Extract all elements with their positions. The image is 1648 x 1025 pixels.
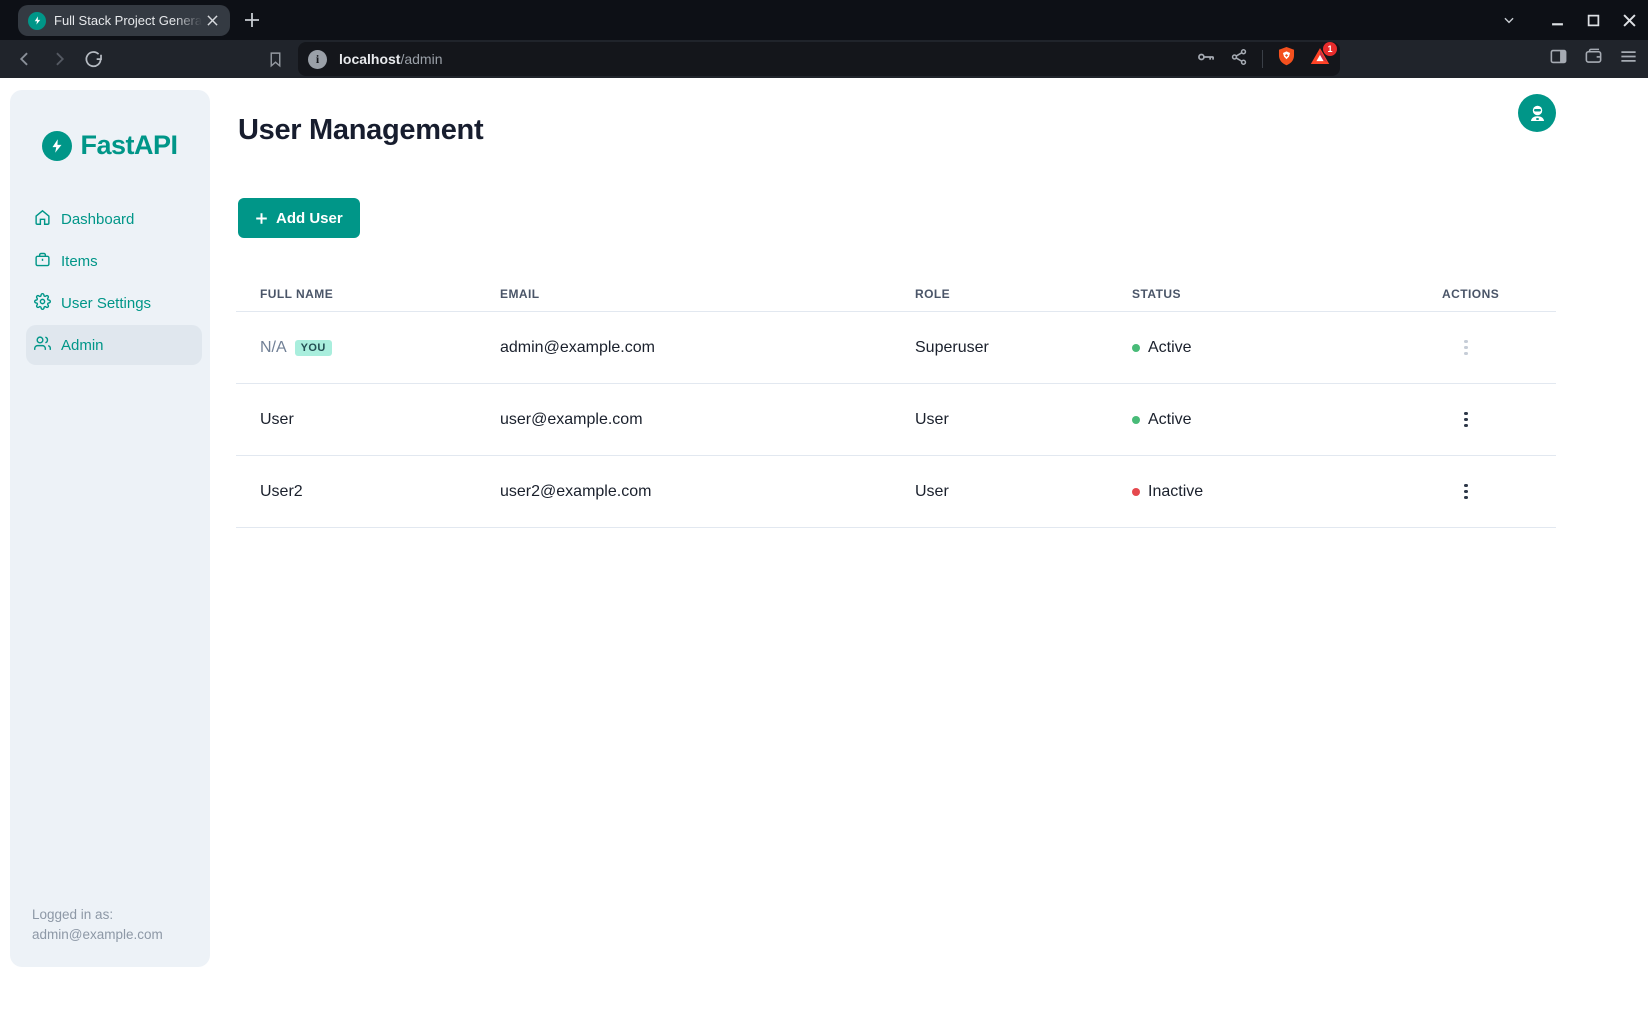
tab-close-icon[interactable] [202, 11, 222, 31]
window-minimize-icon[interactable] [1546, 9, 1568, 31]
sidebar-item-dashboard[interactable]: Dashboard [26, 199, 202, 239]
browser-tab[interactable]: Full Stack Project Genera [18, 5, 230, 36]
tab-bar: Full Stack Project Genera [0, 0, 1648, 40]
sidebar-toggle-icon[interactable] [1549, 47, 1568, 71]
forward-icon[interactable] [44, 44, 74, 74]
status-cell: Active [1148, 339, 1192, 357]
email-cell: user2@example.com [500, 483, 915, 501]
status-dot [1132, 416, 1140, 424]
you-badge: YOU [295, 340, 332, 356]
bookmark-icon[interactable] [260, 44, 290, 74]
divider [1262, 50, 1263, 68]
address-bar[interactable]: i localhost/admin 1 [298, 42, 1340, 76]
sidebar-nav: Dashboard Items User Settings [10, 199, 210, 365]
col-header-full-name: FULL NAME [236, 287, 500, 301]
full-name-cell: N/A [260, 339, 287, 357]
table-header-row: FULL NAME EMAIL ROLE STATUS ACTIONS [236, 276, 1556, 312]
home-icon [34, 209, 51, 230]
row-actions-kebab-icon[interactable] [1450, 404, 1482, 436]
sidebar-item-admin[interactable]: Admin [26, 325, 202, 365]
email-cell: user@example.com [500, 411, 915, 429]
users-table: FULL NAME EMAIL ROLE STATUS ACTIONS N/A … [236, 276, 1556, 528]
window-close-icon[interactable] [1618, 9, 1640, 31]
sidebar: FastAPI Dashboard Items [10, 90, 210, 967]
url-text[interactable]: localhost/admin [339, 51, 1196, 67]
status-dot [1132, 344, 1140, 352]
new-tab-icon[interactable] [240, 8, 264, 32]
role-cell: User [915, 483, 1132, 501]
logged-in-info: Logged in as: admin@example.com [32, 905, 163, 945]
brave-shield-icon[interactable] [1277, 46, 1296, 72]
sidebar-item-items[interactable]: Items [26, 241, 202, 281]
sidebar-item-label: Dashboard [61, 211, 134, 228]
fastapi-favicon-icon [28, 12, 46, 30]
sidebar-item-user-settings[interactable]: User Settings [26, 283, 202, 323]
reload-icon[interactable] [78, 44, 108, 74]
col-header-actions: ACTIONS [1442, 287, 1556, 301]
rewards-notification-badge: 1 [1323, 42, 1337, 56]
brave-rewards-icon[interactable]: 1 [1310, 47, 1330, 71]
browser-window: Full Stack Project Genera [0, 0, 1648, 1025]
full-name-cell: User2 [260, 483, 303, 501]
sidebar-item-label: Admin [61, 337, 104, 354]
email-cell: admin@example.com [500, 339, 915, 357]
role-cell: Superuser [915, 339, 1132, 357]
briefcase-icon [34, 251, 51, 272]
fastapi-logo-icon [42, 131, 72, 161]
fastapi-logo-text: FastAPI [80, 130, 177, 161]
user-menu-button[interactable] [1518, 94, 1556, 132]
browser-toolbar: i localhost/admin 1 [0, 40, 1648, 78]
sidebar-item-label: Items [61, 253, 98, 270]
logged-in-email: admin@example.com [32, 925, 163, 945]
back-icon[interactable] [10, 44, 40, 74]
gear-icon [34, 293, 51, 314]
page-body: FastAPI Dashboard Items [0, 78, 1648, 1025]
col-header-status: STATUS [1132, 287, 1442, 301]
tab-title: Full Stack Project Genera [54, 13, 202, 28]
status-cell: Inactive [1148, 483, 1203, 501]
table-row: User user@example.com User Active [236, 384, 1556, 456]
add-user-button[interactable]: Add User [238, 198, 360, 238]
logged-in-label: Logged in as: [32, 905, 163, 925]
main-content: User Management Add User FULL NAME EMAIL [228, 78, 1648, 1025]
tab-search-chevron-icon[interactable] [1498, 9, 1520, 31]
col-header-email: EMAIL [500, 287, 915, 301]
sidebar-item-label: User Settings [61, 295, 151, 312]
window-maximize-icon[interactable] [1582, 9, 1604, 31]
add-user-label: Add User [276, 210, 343, 227]
status-cell: Active [1148, 411, 1192, 429]
site-info-icon[interactable]: i [308, 50, 327, 69]
row-actions-kebab-icon[interactable] [1450, 476, 1482, 508]
passwords-key-icon[interactable] [1196, 47, 1216, 72]
status-dot [1132, 488, 1140, 496]
plus-icon [255, 212, 268, 225]
wallet-icon[interactable] [1584, 47, 1603, 71]
astronaut-icon [1527, 103, 1548, 124]
table-row: User2 user2@example.com User Inactive [236, 456, 1556, 528]
role-cell: User [915, 411, 1132, 429]
table-row: N/A YOU admin@example.com Superuser Acti… [236, 312, 1556, 384]
page-title: User Management [238, 114, 483, 147]
row-actions-kebab-icon [1450, 332, 1482, 364]
url-path: /admin [400, 51, 442, 67]
users-icon [34, 335, 51, 356]
share-icon[interactable] [1230, 48, 1248, 71]
col-header-role: ROLE [915, 287, 1132, 301]
full-name-cell: User [260, 411, 294, 429]
url-host: localhost [339, 51, 400, 67]
menu-hamburger-icon[interactable] [1619, 47, 1638, 71]
fastapi-logo: FastAPI [10, 130, 210, 161]
